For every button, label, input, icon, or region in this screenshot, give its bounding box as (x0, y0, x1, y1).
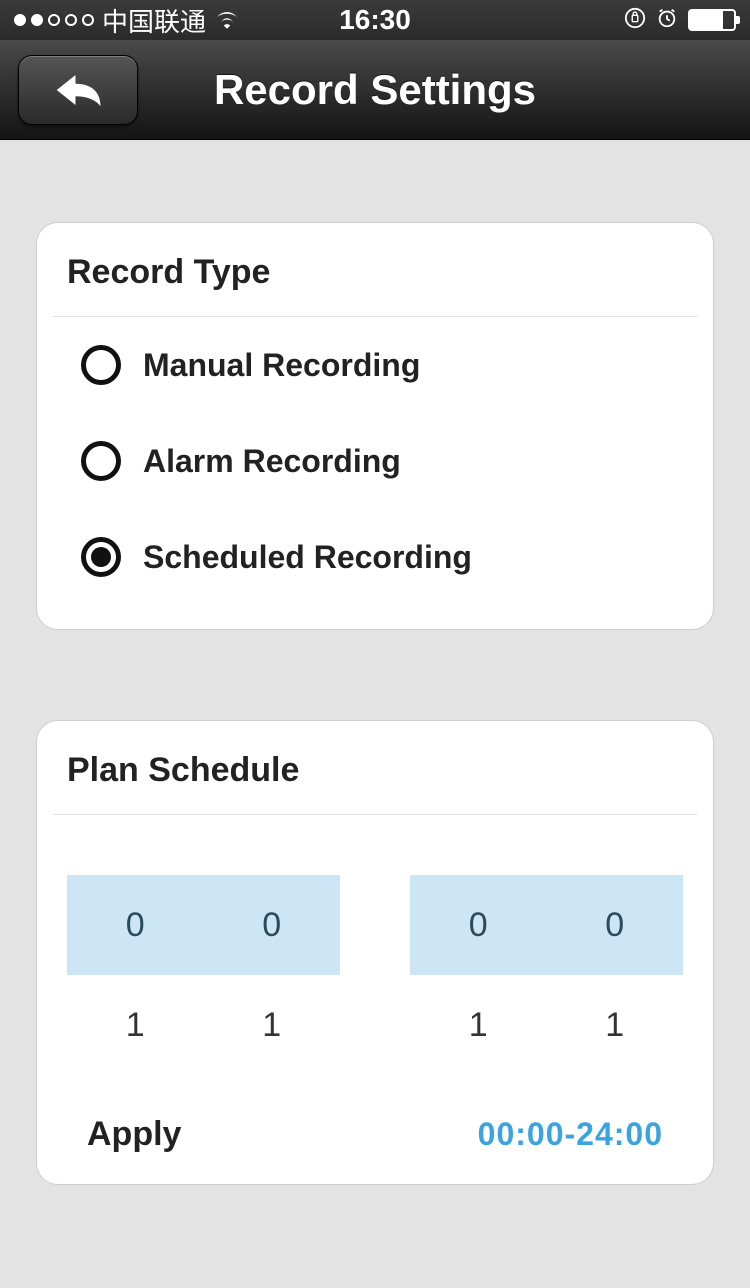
picker-selected-row: 0 0 (410, 875, 683, 975)
apply-label: Apply (87, 1115, 181, 1154)
picker-cell: 1 (410, 1006, 547, 1045)
nav-bar: Record Settings (0, 40, 750, 140)
status-bar: 中国联通 16:30 (0, 0, 750, 40)
picker-cell: 1 (67, 1006, 204, 1045)
status-right (624, 5, 736, 36)
radio-label: Scheduled Recording (143, 539, 472, 576)
alarm-icon (656, 5, 678, 36)
picker-cell: 0 (204, 906, 341, 945)
plan-schedule-title: Plan Schedule (37, 745, 713, 814)
back-arrow-icon (53, 70, 103, 110)
picker-cell: 1 (204, 1006, 341, 1045)
record-type-option-alarm[interactable]: Alarm Recording (37, 413, 713, 509)
status-left: 中国联通 (14, 2, 240, 39)
status-time: 16:30 (339, 4, 411, 36)
radio-icon (81, 441, 121, 481)
record-type-option-manual[interactable]: Manual Recording (37, 317, 713, 413)
picker-cell: 0 (67, 906, 204, 945)
picker-cell: 1 (547, 1006, 684, 1045)
record-type-option-scheduled[interactable]: Scheduled Recording (37, 509, 713, 605)
start-time-picker[interactable]: 0 0 1 1 (67, 875, 340, 1075)
radio-icon (81, 345, 121, 385)
end-time-picker[interactable]: 0 0 1 1 (410, 875, 683, 1075)
page-title: Record Settings (214, 66, 536, 114)
radio-label: Manual Recording (143, 347, 420, 384)
picker-next-row: 1 1 (67, 975, 340, 1075)
picker-cell: 0 (410, 906, 547, 945)
carrier-label: 中国联通 (102, 2, 206, 39)
picker-selected-row: 0 0 (67, 875, 340, 975)
apply-time-range: 00:00-24:00 (478, 1116, 663, 1153)
picker-cell: 0 (547, 906, 684, 945)
record-type-title: Record Type (37, 247, 713, 316)
signal-strength-icon (14, 14, 94, 26)
orientation-lock-icon (624, 5, 646, 36)
plan-schedule-card: Plan Schedule 0 0 1 1 (36, 720, 714, 1185)
radio-label: Alarm Recording (143, 443, 401, 480)
record-type-card: Record Type Manual Recording Alarm Recor… (36, 222, 714, 630)
apply-row[interactable]: Apply 00:00-24:00 (57, 1075, 693, 1164)
wifi-icon (214, 5, 240, 36)
radio-icon-selected (81, 537, 121, 577)
back-button[interactable] (18, 55, 138, 125)
picker-next-row: 1 1 (410, 975, 683, 1075)
battery-icon (688, 9, 736, 31)
